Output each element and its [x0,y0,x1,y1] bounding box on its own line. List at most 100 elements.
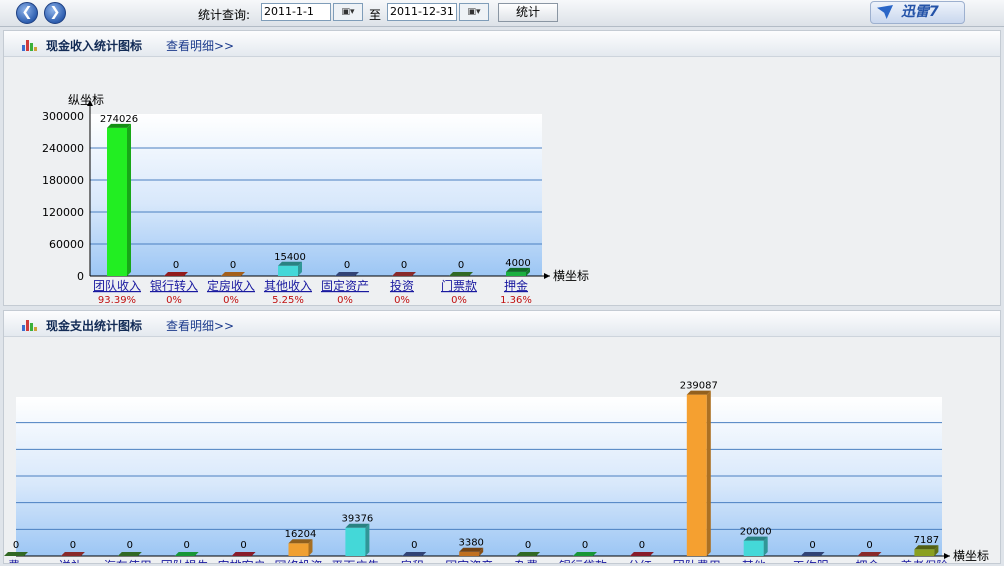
bar-top [60,552,85,556]
percent-label: 0% [337,295,353,305]
bar-value-label: 0 [866,540,872,551]
category-link[interactable]: 费 [8,559,20,566]
category-link[interactable]: 平面广告 [331,559,379,566]
y-tick-label: 60000 [49,238,84,251]
back-button[interactable]: ❮ [16,2,38,24]
x-axis-label: 横坐标 [553,269,589,283]
bar-value-label: 0 [230,260,236,271]
bar-value-label: 7187 [914,535,939,546]
category-link[interactable]: 工作服 [793,559,829,566]
percent-label: 0% [451,295,467,305]
category-link[interactable]: 网络投资 [274,558,322,566]
toolbar: ❮ ❯ 统计查询: 2011-1-1 ▣▾ 至 2011-12-31 ▣▾ 统计… [0,0,1004,27]
bar-top [857,552,882,556]
bar-value-label: 0 [184,540,190,551]
bar-side [365,523,370,556]
category-link[interactable]: 门票款 [441,278,477,293]
bar [914,549,935,556]
bar-value-label: 39376 [341,514,373,525]
bar-top [516,552,541,556]
bar-value-label: 0 [173,260,179,271]
bar-top [164,272,188,276]
bar-value-label: 0 [13,540,19,551]
bar [686,394,707,556]
brand-label: 迅雷7 [901,4,939,20]
percent-label: 5.25% [272,295,304,305]
bar-value-label: 4000 [505,258,530,269]
bar-side [127,123,131,276]
category-link[interactable]: 定房收入 [207,278,255,293]
category-link[interactable]: 银行转入 [150,278,198,293]
expense-panel-header: 现金支出统计图标 查看明细>> [4,311,1000,337]
y-tick-label: 300000 [42,110,84,123]
bar-value-label: 274026 [100,114,138,125]
y-tick-label: 240000 [42,142,84,155]
category-link[interactable]: 送礼 [59,558,83,566]
category-link[interactable]: 其他 [742,559,766,566]
x-axis-label: 横坐标 [953,549,989,563]
bar-top [117,552,142,556]
calendar-dropdown-icon: ▣▾ [467,7,481,17]
end-date-input[interactable]: 2011-12-31 [387,3,457,21]
y-tick-label: 180000 [42,174,84,187]
bar-value-label: 239087 [680,381,718,392]
bar-value-label: 0 [411,540,417,551]
to-label: 至 [369,8,382,22]
bar-value-label: 0 [70,540,76,551]
category-link[interactable]: 其他收入 [264,279,312,293]
xunlei-logo[interactable]: 迅雷7 [870,1,965,24]
bar [278,265,298,276]
category-link[interactable]: 安排客户 [218,558,266,566]
expense-panel: 现金支出统计图标 查看明细>> 横坐标0费%0送礼0%0汽车使用0%0团队损失0… [3,310,1001,566]
category-link[interactable]: 汽车使用 [104,558,152,566]
category-link[interactable]: 团队收入 [93,278,141,293]
bar-side [706,390,711,556]
forward-button[interactable]: ❯ [44,2,66,24]
bar-value-label: 15400 [274,252,306,263]
category-link[interactable]: 固定资产 [321,278,369,293]
bar [107,127,127,276]
income-panel-title: 现金收入统计图标 [46,39,143,53]
y-tick-label: 0 [77,270,84,283]
bar-top [629,552,654,556]
start-date-picker-button[interactable]: ▣▾ [333,3,363,21]
bar-value-label: 3380 [458,538,483,549]
bar-top [573,552,597,556]
y-tick-label: 120000 [42,206,84,219]
category-link[interactable]: 押金 [504,278,528,293]
percent-label: 0% [166,295,182,305]
bar-value-label: 0 [809,540,815,551]
income-panel-header: 现金收入统计图标 查看明细>> [4,31,1000,57]
calendar-dropdown-icon: ▣▾ [341,7,355,17]
bar-top [402,552,427,556]
category-link[interactable]: 团队损失 [161,558,209,566]
expense-detail-link[interactable]: 查看明细>> [166,317,234,334]
bar-value-label: 0 [240,540,246,551]
statistics-button[interactable]: 统计 [498,3,558,22]
xunlei-bird-icon [877,5,893,19]
bar [345,527,366,556]
bar-value-label: 0 [458,260,464,271]
category-link[interactable]: 固定资产 [445,558,493,566]
category-link[interactable]: 养老保险 [900,558,948,566]
category-link[interactable]: 押金 [855,558,879,566]
percent-label: 0% [394,295,410,305]
bar-value-label: 20000 [740,527,772,538]
category-link[interactable]: 分红 [628,558,652,566]
end-date-picker-button[interactable]: ▣▾ [459,3,489,21]
category-link[interactable]: 杂费 [514,559,538,566]
income-detail-link[interactable]: 查看明细>> [166,37,234,54]
start-date-input[interactable]: 2011-1-1 [261,3,331,21]
bar-value-label: 0 [344,260,350,271]
category-link[interactable]: 团队费用 [673,558,721,566]
arrow-left-icon: ❮ [21,5,33,20]
category-link[interactable]: 银行贷款 [559,559,607,566]
bar-value-label: 0 [401,260,407,271]
bar-top [221,272,245,276]
category-link[interactable]: 房租 [400,558,424,566]
query-label: 统计查询: [198,8,251,22]
category-link[interactable]: 投资 [390,278,414,293]
expense-panel-title: 现金支出统计图标 [46,319,143,333]
x-axis-arrow [544,273,550,279]
bar-top [449,272,473,276]
